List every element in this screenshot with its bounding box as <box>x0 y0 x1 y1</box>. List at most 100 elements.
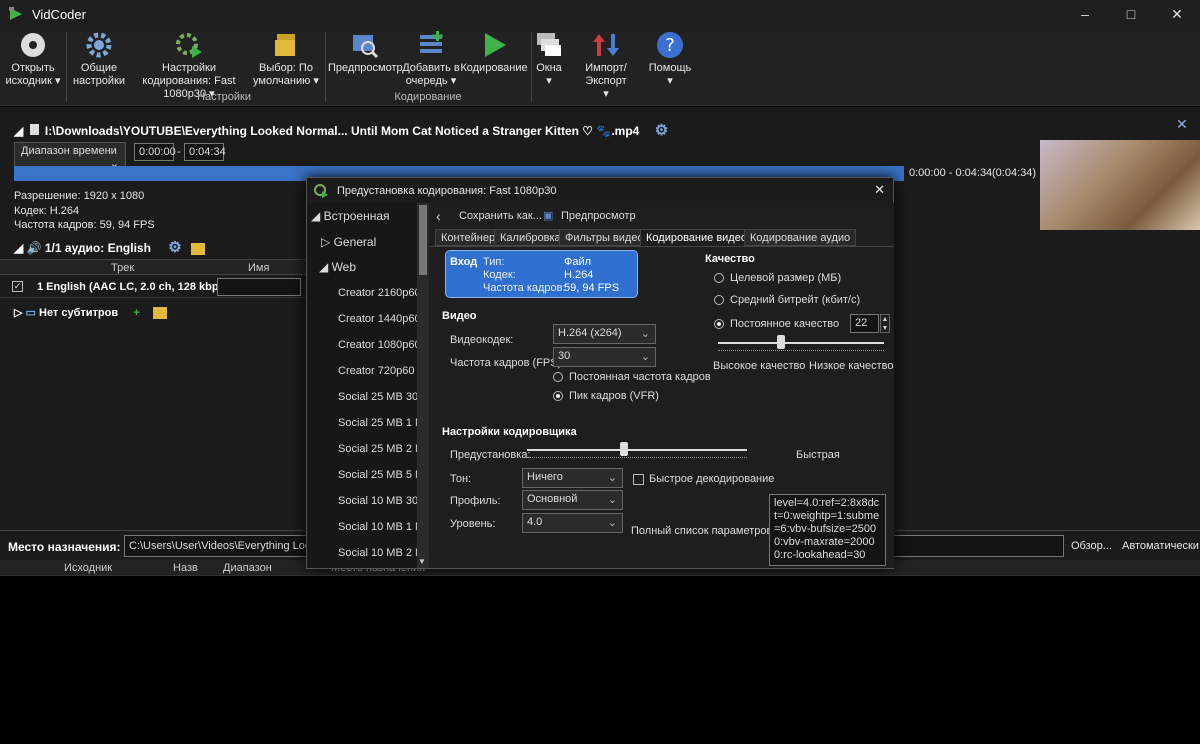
encode-button[interactable]: Кодирование <box>460 30 528 75</box>
tab-container[interactable]: Контейнер <box>435 229 502 246</box>
quality-slider-track[interactable] <box>718 342 884 344</box>
choose-default-button[interactable]: Выбор: По умолчанию ▾ <box>252 30 320 88</box>
expand-arrow-icon[interactable]: ▷ <box>14 307 22 319</box>
save-as-button[interactable]: Сохранить как... <box>459 210 542 222</box>
add-to-queue-button[interactable]: Добавить в очередь ▾ <box>402 30 460 88</box>
dialog-close-icon[interactable]: ✕ <box>874 182 885 198</box>
full-params-field[interactable]: level=4.0:ref=2:8x8dct=0:weightp=1:subme… <box>769 494 886 566</box>
windows-label: Окна <box>536 62 562 74</box>
quality-slider-thumb[interactable] <box>777 335 786 349</box>
tab-calibration[interactable]: Калибровка <box>494 229 567 246</box>
start-time-field[interactable]: 0:00:00 <box>134 143 176 161</box>
add-subtitle-icon[interactable]: + <box>133 307 139 319</box>
tab-audio-encoding[interactable]: Кодирование аудио <box>744 229 857 246</box>
input-type-value: Файл <box>564 256 592 268</box>
resolution-row: Разрешение: 1920 x 1080 <box>14 190 145 202</box>
close-source-icon[interactable]: ✕ <box>1176 116 1188 133</box>
tab-video-filters[interactable]: Фильтры видео <box>559 229 650 246</box>
subtitle-folder-icon[interactable] <box>152 307 167 320</box>
dialog-preview-button[interactable]: Предпросмотр <box>561 210 636 222</box>
open-source-label: Открыть исходник <box>5 62 55 87</box>
tree-item[interactable]: Creator 1080p60 <box>338 339 421 351</box>
dialog-preview-icon: ▣ <box>543 210 554 222</box>
profile-label: Профиль: <box>450 495 501 507</box>
audio-track-row[interactable]: ✓ 1 English (AAC LC, 2.0 ch, 128 kbps) <box>0 276 306 298</box>
tree-item[interactable]: Social 25 MB 30 <box>338 391 418 403</box>
audio-track-checkbox[interactable]: ✓ <box>12 281 23 292</box>
peak-fps-radio[interactable]: Пик кадров (VFR) <box>553 390 659 402</box>
input-fps-label: Частота кадров: <box>483 282 566 294</box>
input-fps-value: 59, 94 FPS <box>564 282 620 294</box>
quality-section-header: Качество <box>705 253 755 265</box>
scroll-down-icon[interactable]: ▼ <box>418 557 426 566</box>
video-codec-select[interactable]: H.264 (x264) ⌄ <box>553 324 656 344</box>
tree-general[interactable]: ▷ General <box>321 235 376 249</box>
tree-item[interactable]: Social 10 MB 30 <box>338 495 418 507</box>
general-settings-button[interactable]: Общие настройки <box>70 30 128 88</box>
browse-button[interactable]: Обзор... <box>1071 540 1112 552</box>
expand-arrow-icon[interactable]: ◢ <box>14 241 23 255</box>
preview-button[interactable]: Предпросмотр <box>328 30 403 75</box>
folder-stack-icon <box>275 34 295 56</box>
back-arrow-icon[interactable]: ‹ <box>436 208 441 224</box>
preview-magnifier-icon <box>353 35 379 59</box>
maximize-icon[interactable]: □ <box>1108 0 1154 28</box>
tree-item[interactable]: Social 25 MB 5 M <box>338 469 424 481</box>
audio-settings-gear-icon[interactable]: ⚙ <box>168 239 181 256</box>
constant-quality-radio[interactable]: Постоянное качество <box>714 318 839 330</box>
preview-label: Предпросмотр <box>328 62 403 74</box>
tree-item[interactable]: Social 25 MB 2 M <box>338 443 424 455</box>
play-icon <box>485 33 506 57</box>
input-codec-label: Кодек: <box>483 269 516 281</box>
tree-web[interactable]: ◢ Web <box>319 260 356 274</box>
fast-decode-checkbox[interactable]: Быстрое декодирование <box>633 473 774 485</box>
audio-folder-icon[interactable] <box>191 242 206 255</box>
auto-button[interactable]: Автоматически <box>1122 540 1199 552</box>
disc-icon <box>21 33 45 57</box>
import-export-arrows-icon <box>593 34 619 56</box>
audio-name-field[interactable] <box>217 278 301 296</box>
video-section-header: Видео <box>442 310 477 322</box>
app-title: VidCoder <box>32 6 86 22</box>
preset-slider-track[interactable] <box>527 449 747 451</box>
windows-button[interactable]: Окна ▾ <box>534 30 564 88</box>
tree-scrollbar[interactable]: ▼ <box>417 203 429 568</box>
tune-select[interactable]: Ничего ⌄ <box>522 468 623 488</box>
tree-builtin[interactable]: ◢ Встроенная <box>311 209 390 223</box>
end-time-field[interactable]: 0:04:34 <box>184 143 226 161</box>
video-fps-select[interactable]: 30 ⌄ <box>553 347 656 367</box>
avg-bitrate-radio[interactable]: Средний битрейт (кбит/с) <box>714 294 860 306</box>
audio-header: ◢ 🔊 1/1 аудио: English ⚙ <box>14 238 206 256</box>
col-queue-name: Назв <box>173 562 198 574</box>
quality-spinner[interactable]: ▲ ▼ <box>880 314 890 333</box>
col-track: Трек <box>111 262 135 274</box>
minimize-icon[interactable]: – <box>1062 0 1108 28</box>
input-header: Вход <box>450 256 478 268</box>
tab-video-encoding[interactable]: Кодирование видео <box>640 229 753 246</box>
level-select[interactable]: 4.0 ⌄ <box>522 513 623 533</box>
tree-item[interactable]: Creator 1440p60 <box>338 313 421 325</box>
settings-gear-icon[interactable]: ⚙ <box>655 122 668 139</box>
profile-select[interactable]: Основной ⌄ <box>522 490 623 510</box>
tree-item[interactable]: Social 10 MB 1 M <box>338 521 424 533</box>
target-size-radio[interactable]: Целевой размер (МБ) <box>714 272 841 284</box>
quality-value-field[interactable]: 22 <box>850 314 879 333</box>
encoder-section-header: Настройки кодировщика <box>442 426 577 438</box>
range-mode-value: Диапазон времени <box>21 145 117 157</box>
dialog-logo-icon <box>314 183 328 198</box>
codec-row: Кодек: H.264 <box>14 205 80 217</box>
tree-item[interactable]: Creator 2160p60 <box>338 287 421 299</box>
help-button[interactable]: ? Помощь ▾ <box>648 30 692 88</box>
expand-arrow-icon[interactable]: ◢ <box>14 124 23 138</box>
tree-item[interactable]: Creator 720p60 <box>338 365 414 377</box>
tree-item[interactable]: Social 10 MB 2 M <box>338 547 424 559</box>
close-icon[interactable]: ✕ <box>1154 0 1200 28</box>
constant-fps-radio[interactable]: Постоянная частота кадров <box>553 371 711 383</box>
scroll-thumb[interactable] <box>419 205 427 275</box>
import-export-button[interactable]: Импорт/Экспорт ▾ <box>566 30 646 101</box>
source-path-row: ◢ I:\Downloads\YOUTUBE\Everything Looked… <box>14 121 668 139</box>
open-source-button[interactable]: Открыть исходник ▾ <box>4 30 62 88</box>
preset-slider-thumb[interactable] <box>619 442 628 456</box>
col-range: Диапазон <box>223 562 272 574</box>
tree-item[interactable]: Social 25 MB 1 M <box>338 417 424 429</box>
